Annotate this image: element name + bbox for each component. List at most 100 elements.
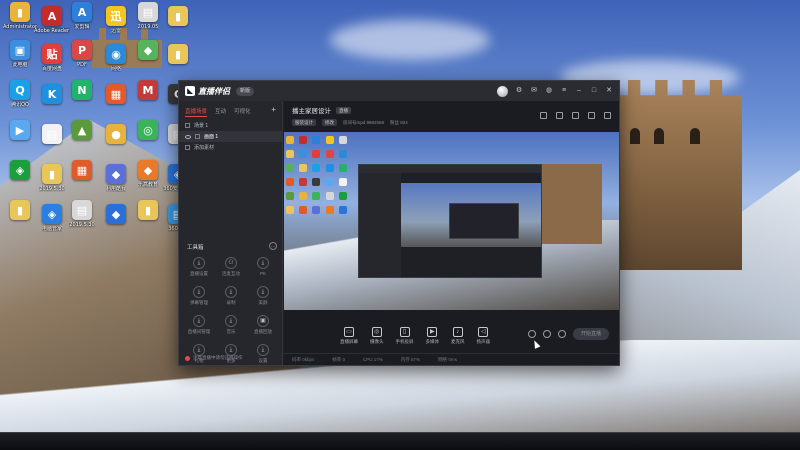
app-icon: ◉ — [106, 44, 126, 64]
desktop-icon[interactable]: A Adobe Reader XI — [34, 6, 70, 34]
source-button[interactable]: ♪ 麦克风 — [451, 327, 465, 345]
live-companion-window[interactable]: ◣ 直播伴侣 新版 ⚙ ✉ ◍ ≡ – □ ✕ 直播场景 互动 可视化 + 场景… — [178, 80, 620, 366]
desktop-icon[interactable]: ◆ 利用酷我 — [100, 164, 132, 192]
edit-chip[interactable]: 修改 — [322, 119, 337, 126]
preview-mini-icon — [338, 150, 347, 158]
bell-icon[interactable] — [588, 112, 595, 119]
scene-item-selected[interactable]: 画面 1 — [179, 131, 282, 142]
checkbox-icon[interactable] — [185, 145, 190, 150]
desktop-icon[interactable]: ▣ 此电脑 — [4, 40, 36, 68]
toolbox-item[interactable]: ⤓ 更多 — [215, 344, 247, 364]
desktop-icon[interactable]: ◈ — [4, 160, 36, 182]
desktop-icon[interactable]: P PDF — [66, 40, 98, 68]
start-live-button[interactable]: 开始直播 — [573, 328, 609, 340]
desktop-icon[interactable]: ▲ — [66, 120, 98, 142]
desktop-icon[interactable]: ◆ — [132, 40, 164, 62]
desktop-icon[interactable]: ▮ Administrator — [3, 2, 37, 30]
toolbox-item[interactable]: ⚇ 连麦互动 — [215, 257, 247, 277]
desktop-icon[interactable]: ● — [100, 124, 132, 146]
desktop-icon[interactable]: M — [132, 80, 164, 102]
room-title[interactable]: 播主家居设计 — [292, 105, 331, 115]
source-button[interactable]: ▯ 手机投屏 — [396, 327, 414, 345]
desktop-icon[interactable]: ▶ — [4, 120, 36, 142]
toolbox-item[interactable]: ⤓ 录制 — [215, 286, 247, 306]
checkbox-icon[interactable] — [185, 123, 190, 128]
share-icon[interactable] — [540, 112, 547, 119]
settings-icon[interactable]: ⚙ — [515, 87, 523, 95]
desktop-icon-label: 2019.5.30 — [69, 222, 95, 228]
desktop-icon[interactable]: ◆ — [100, 204, 132, 226]
link-icon[interactable] — [604, 112, 611, 119]
settings-icon[interactable] — [558, 330, 566, 338]
menu-icon[interactable]: ≡ — [560, 87, 568, 95]
desktop-icon[interactable]: ◉ 网络 — [100, 44, 132, 72]
source-button[interactable]: ◎ 摄像头 — [370, 327, 384, 345]
toolbox-item[interactable]: ⤓ 设置 — [247, 344, 279, 364]
close-icon[interactable]: ✕ — [605, 87, 613, 95]
desktop-icon[interactable]: ▦ — [100, 84, 132, 106]
message-icon[interactable]: ✉ — [530, 87, 538, 95]
desktop-icon[interactable]: ◆ 乐高教育 — [132, 160, 164, 188]
preview-mini-icon — [338, 136, 347, 144]
preview-mini-icon — [312, 136, 321, 144]
tab-interact[interactable]: 互动 — [215, 107, 226, 117]
main-area: 播主家居设计 直播 服装设计 修改 房间号mpd 9982558 粉丝 824 — [284, 101, 619, 365]
live-preview[interactable] — [284, 132, 619, 310]
desktop-icon[interactable]: ◈ 电脑管家 — [36, 204, 68, 232]
title-bar[interactable]: ◣ 直播伴侣 新版 ⚙ ✉ ◍ ≡ – □ ✕ — [179, 81, 619, 101]
tab-scenes[interactable]: 直播场景 — [185, 107, 208, 117]
desktop-icon[interactable]: 贴百度网盘 — [36, 44, 68, 72]
source-button[interactable]: ▭ 直播屏幕 — [340, 327, 358, 345]
category-chip[interactable]: 服装设计 — [292, 119, 316, 126]
scene-item[interactable]: 添加素材 — [179, 142, 282, 153]
desktop-icon[interactable]: ▮ — [162, 44, 194, 66]
toolbox-item[interactable]: ⤓ 美颜 — [247, 286, 279, 306]
desktop-icon[interactable]: ▮ 2019.5.30 — [36, 164, 68, 192]
app-icon: ▮ — [168, 6, 188, 26]
maximize-icon[interactable]: □ — [590, 87, 598, 95]
toolbox-item[interactable]: ▣ 直播回放 — [247, 315, 279, 335]
desktop-icon[interactable]: N — [66, 80, 98, 102]
taskbar[interactable] — [0, 432, 800, 450]
source-button[interactable]: ◁ 扬声器 — [477, 327, 490, 345]
checkbox-icon[interactable] — [195, 134, 200, 139]
add-scene-icon[interactable]: + — [271, 106, 276, 117]
toolbox-item[interactable]: ⤓ 音乐 — [215, 315, 247, 335]
toolbox-item[interactable]: ⤓ 弹幕管理 — [183, 286, 215, 306]
source-button[interactable]: ▶ 多媒体 — [426, 327, 439, 345]
desktop-icon[interactable]: ◎ — [132, 120, 164, 142]
toolbox-item[interactable]: ⤓ 直播设置 — [183, 257, 215, 277]
more-icon[interactable]: … — [269, 242, 277, 250]
gear-icon[interactable] — [543, 330, 551, 338]
version-badge[interactable]: 新版 — [236, 86, 255, 96]
preview-mini-icon — [312, 164, 321, 172]
tab-visual[interactable]: 可视化 — [234, 107, 251, 117]
desktop-icon[interactable]: ▤ 2019.5.30 — [66, 200, 98, 228]
tool-icon: ⤓ — [193, 286, 205, 298]
scene-item[interactable]: 场景 1 — [179, 120, 282, 131]
eye-icon[interactable] — [185, 134, 191, 139]
toolbox-item[interactable]: ⤓ PK — [247, 257, 279, 277]
desktop-icon[interactable]: Q 腾讯QQ — [4, 80, 36, 108]
app-icon: ▮ — [10, 200, 30, 220]
minimize-icon[interactable]: – — [575, 87, 583, 95]
desktop-icon[interactable]: ▦ — [66, 160, 98, 182]
desktop-icon[interactable]: K — [36, 84, 68, 106]
status-bar: 码率 0kbps 帧率 0 CPU 17% 内存 57% 网络 0ms — [284, 353, 619, 365]
scene-label: 添加素材 — [194, 145, 215, 151]
chat-icon[interactable] — [572, 112, 579, 119]
avatar[interactable] — [497, 85, 508, 97]
skin-icon[interactable]: ◍ — [545, 87, 553, 95]
desktop-icon[interactable]: ▤ 2019.05 — [132, 2, 164, 30]
gift-icon[interactable] — [556, 112, 563, 119]
desktop-icon[interactable]: ▮ — [4, 200, 36, 222]
desktop-icon[interactable]: A 爱剪辑 — [66, 2, 98, 30]
toolbox-item[interactable]: ⤓ 直播间管理 — [183, 315, 215, 335]
app-icon: ▮ — [168, 44, 188, 64]
desktop-icon[interactable]: 迅迅雷 — [100, 6, 132, 34]
toolbox-item[interactable]: ⤓ 礼物 — [183, 344, 215, 364]
desktop-icon[interactable]: ▤ — [36, 124, 68, 146]
desktop-icon[interactable]: ▮ — [162, 6, 194, 28]
record-icon[interactable] — [528, 330, 536, 338]
desktop-icon[interactable]: ▮ — [132, 200, 164, 222]
